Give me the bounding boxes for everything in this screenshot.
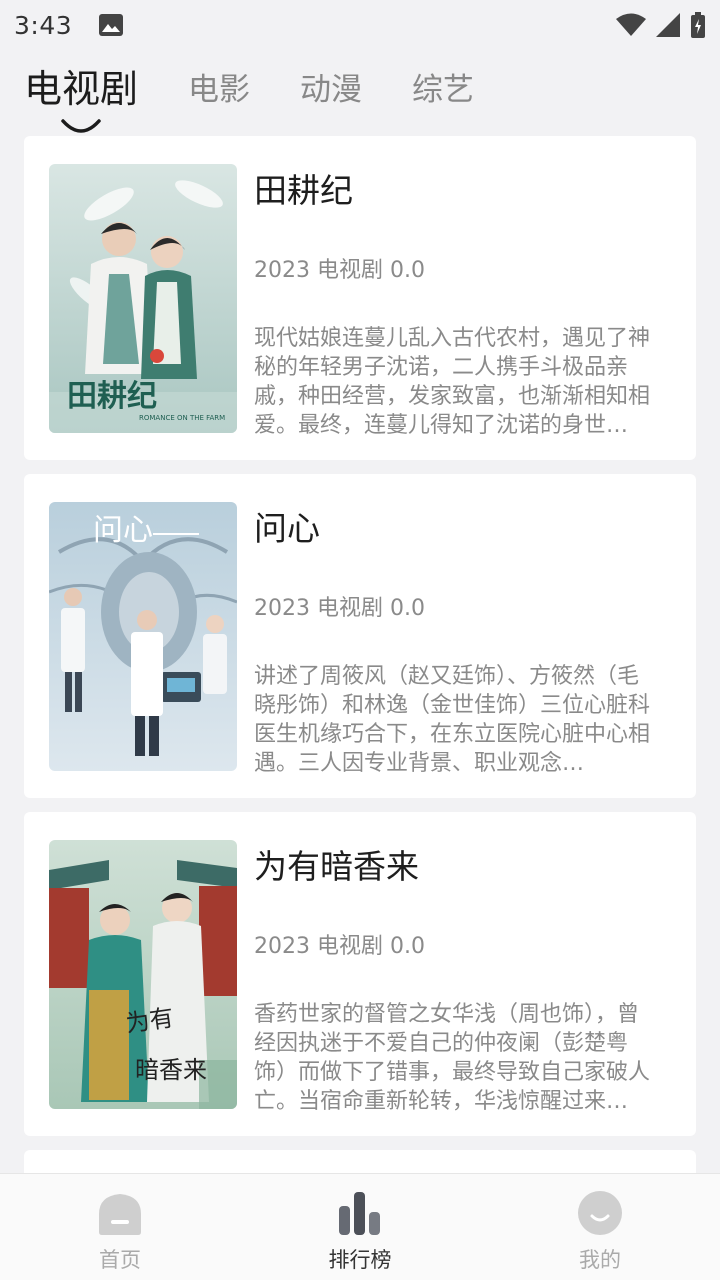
item-title: 为有暗香来 (254, 847, 419, 886)
item-meta: 2023 电视剧 0.0 (254, 596, 425, 621)
list-item[interactable]: 田耕纪 ROMANCE ON THE FARM 田耕纪 2023 电视剧 0.0… (24, 136, 696, 460)
status-time: 3:43 (14, 10, 73, 40)
tab-label: 动漫 (300, 72, 363, 108)
tab-label: 电影 (188, 72, 251, 108)
tab-label: 综艺 (412, 72, 475, 108)
poster-image: 问心 (49, 502, 237, 771)
item-meta: 2023 电视剧 0.0 (254, 934, 425, 959)
tab-anime[interactable]: 动漫 (300, 64, 362, 109)
home-icon (99, 1194, 141, 1235)
item-description: 讲述了周筱风（赵又廷饰）、方筱然（毛晓彤饰）和林逸（金世佳饰）三位心脏科医生机缘… (254, 664, 651, 776)
nav-label: 排行榜 (328, 1248, 392, 1272)
wifi-icon (616, 13, 646, 36)
item-meta: 2023 电视剧 0.0 (254, 258, 425, 283)
svg-text:暗香来: 暗香来 (135, 1056, 207, 1084)
poster-image: 田耕纪 ROMANCE ON THE FARM (49, 164, 237, 433)
item-title: 田耕纪 (254, 171, 353, 210)
tab-label: 电视剧 (24, 67, 139, 111)
tab-movies[interactable]: 电影 (188, 64, 250, 109)
nav-label: 我的 (579, 1248, 621, 1272)
item-description: 香药世家的督管之女华浅（周也饰），曾经因执迷于不爱自己的仲夜阑（彭楚粤饰）而做下… (254, 1002, 651, 1114)
ranking-icon (339, 1192, 380, 1235)
tab-variety[interactable]: 综艺 (412, 64, 474, 109)
image-notification-icon (99, 14, 124, 36)
poster-image: 为有 暗香来 (49, 840, 237, 1109)
nav-ranking[interactable]: 排行榜 (240, 1174, 480, 1280)
status-bar: 3:43 (0, 0, 720, 50)
battery-icon (691, 12, 705, 38)
poster-title-text: 问心 (93, 513, 153, 548)
svg-text:ROMANCE ON THE FARM: ROMANCE ON THE FARM (139, 414, 225, 422)
item-title: 问心 (254, 509, 320, 548)
category-tabs: 电视剧 电影 动漫 综艺 (0, 54, 720, 133)
poster-title-text: 田耕纪 (67, 379, 157, 414)
list-item[interactable]: 问心 问心 2023 电视剧 0.0 讲述了周筱风（赵又廷饰）、方筱然（毛晓彤饰… (24, 474, 696, 798)
tab-tv-series[interactable]: 电视剧 (24, 58, 139, 133)
cellular-signal-icon (656, 13, 680, 37)
nav-home[interactable]: 首页 (0, 1174, 240, 1280)
bottom-navigation: 首页 排行榜 我的 (0, 1173, 720, 1280)
nav-label: 首页 (99, 1248, 141, 1272)
drama-list: 田耕纪 ROMANCE ON THE FARM 田耕纪 2023 电视剧 0.0… (24, 136, 696, 1204)
nav-profile[interactable]: 我的 (480, 1174, 720, 1280)
item-description: 现代姑娘连蔓儿乱入古代农村，遇见了神秘的年轻男子沈诺，二人携手斗极品亲戚，种田经… (254, 326, 651, 438)
profile-icon (578, 1191, 622, 1235)
list-item[interactable]: 为有 暗香来 为有暗香来 2023 电视剧 0.0 香药世家的督管之女华浅（周也… (24, 812, 696, 1136)
